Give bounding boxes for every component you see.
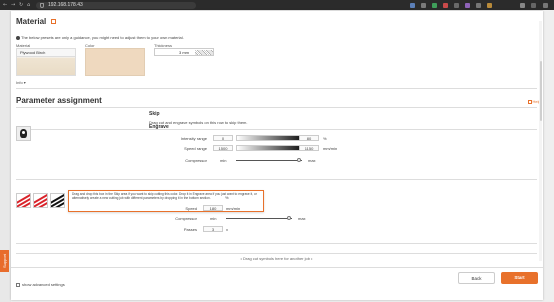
cut-compressor-min-label: min xyxy=(210,216,217,221)
cut-color-swatch[interactable] xyxy=(33,193,48,208)
cut-speed-unit: mm/min xyxy=(226,206,241,211)
compressor-label: Compressor xyxy=(185,158,207,163)
help-icon xyxy=(528,100,532,104)
conversion-dialog: Material The below presets are only a gu… xyxy=(11,11,543,300)
cut-speed-input[interactable]: 180 xyxy=(203,205,223,211)
passes-unit: x xyxy=(226,227,228,232)
cut-color-swatch[interactable] xyxy=(16,193,31,208)
engrave-image-thumbnail[interactable] xyxy=(16,126,31,141)
speed-max-input[interactable]: 1150 xyxy=(299,145,319,151)
material-selector[interactable]: Plywood Birch xyxy=(16,48,76,76)
new-job-dropzone[interactable]: • Drag cut symbols here for another job … xyxy=(16,253,537,264)
speed-gradient[interactable] xyxy=(236,145,308,151)
intensity-range-label: Intensity range xyxy=(180,136,207,141)
start-button[interactable]: Start xyxy=(501,272,538,284)
extension-icon[interactable] xyxy=(476,2,481,8)
divider xyxy=(16,107,537,108)
extension-icon[interactable] xyxy=(487,2,492,8)
thickness-selector[interactable]: 3 mm xyxy=(154,48,214,56)
compressor-slider-handle[interactable] xyxy=(296,158,301,162)
menu-icon[interactable] xyxy=(543,2,548,8)
profile-icon[interactable] xyxy=(531,2,536,8)
downloads-icon[interactable] xyxy=(520,2,525,8)
support-tab[interactable]: Support xyxy=(0,250,9,272)
passes-input[interactable]: 3 xyxy=(203,226,223,232)
extension-icon[interactable] xyxy=(454,2,459,8)
footer-divider xyxy=(11,267,543,268)
divider xyxy=(16,243,537,244)
cut-speed-label: Speed xyxy=(185,206,197,211)
divider xyxy=(16,179,537,180)
cut-color-swatch[interactable] xyxy=(50,193,65,208)
browser-toolbar: ← → ↻ ⌂ 192.168.178.43 xyxy=(0,0,554,10)
compressor-track[interactable] xyxy=(236,160,302,161)
advanced-settings-checkbox[interactable] xyxy=(16,282,20,287)
compressor-min-label: min xyxy=(220,158,227,163)
info-icon xyxy=(16,35,20,40)
compressor-max-label: max xyxy=(308,158,316,163)
advanced-settings-toggle[interactable]: show advanced settings xyxy=(16,282,65,287)
material-title: Material xyxy=(16,17,47,26)
material-note-text: The below presets are only a guidance, y… xyxy=(21,35,184,40)
back-button[interactable]: Back xyxy=(458,272,495,284)
info-toggle[interactable]: Info ▾ xyxy=(16,80,26,85)
intensity-gradient[interactable] xyxy=(236,135,308,141)
speed-unit: mm/min xyxy=(323,146,338,151)
image-highlight xyxy=(22,131,25,134)
passes-label: Passes xyxy=(183,227,197,232)
back-arrow-icon[interactable]: ← xyxy=(3,2,7,8)
thickness-value: 3 mm xyxy=(179,49,189,55)
forward-arrow-icon[interactable]: → xyxy=(11,2,15,8)
advanced-settings-label: show advanced settings xyxy=(22,282,65,287)
cut-intensity-unit: % xyxy=(225,195,229,200)
speed-range-label: Speed range xyxy=(184,146,207,151)
intensity-min-input[interactable]: 0 xyxy=(213,135,233,141)
intensity-unit: % xyxy=(323,136,327,141)
address-bar-url: 192.168.178.43 xyxy=(48,2,83,8)
address-bar[interactable]: 192.168.178.43 xyxy=(36,1,196,9)
extension-icon[interactable] xyxy=(421,2,426,8)
scrollbar-thumb[interactable] xyxy=(539,61,542,121)
material-settings-icon[interactable] xyxy=(51,18,56,24)
extension-icon[interactable] xyxy=(443,2,448,8)
parameter-title: Parameter assignment xyxy=(16,96,102,105)
divider xyxy=(16,88,537,89)
speed-min-input[interactable]: 1500 xyxy=(213,145,233,151)
extension-icon[interactable] xyxy=(432,2,437,8)
material-value: Plywood Birch xyxy=(17,49,75,57)
scrollbar[interactable] xyxy=(539,21,542,261)
cut-compressor-slider-handle[interactable] xyxy=(286,216,291,220)
security-shield-icon xyxy=(40,2,44,8)
thickness-pattern xyxy=(195,50,213,55)
extension-icon[interactable] xyxy=(465,2,470,8)
skip-title: Skip xyxy=(149,111,160,117)
color-selector[interactable] xyxy=(85,48,145,76)
extension-icon[interactable] xyxy=(410,2,415,8)
intensity-max-input[interactable]: 80 xyxy=(299,135,319,141)
cut-compressor-label: Compressor xyxy=(175,216,197,221)
material-swatch xyxy=(17,58,75,75)
divider xyxy=(16,129,537,130)
cut-compressor-track[interactable] xyxy=(226,218,292,219)
cut-compressor-max-label: max xyxy=(298,216,306,221)
home-icon[interactable]: ⌂ xyxy=(27,2,30,8)
reload-icon[interactable]: ↻ xyxy=(19,2,23,8)
material-note: The below presets are only a guidance, y… xyxy=(16,35,184,40)
engrave-title: Engrave xyxy=(149,124,169,130)
